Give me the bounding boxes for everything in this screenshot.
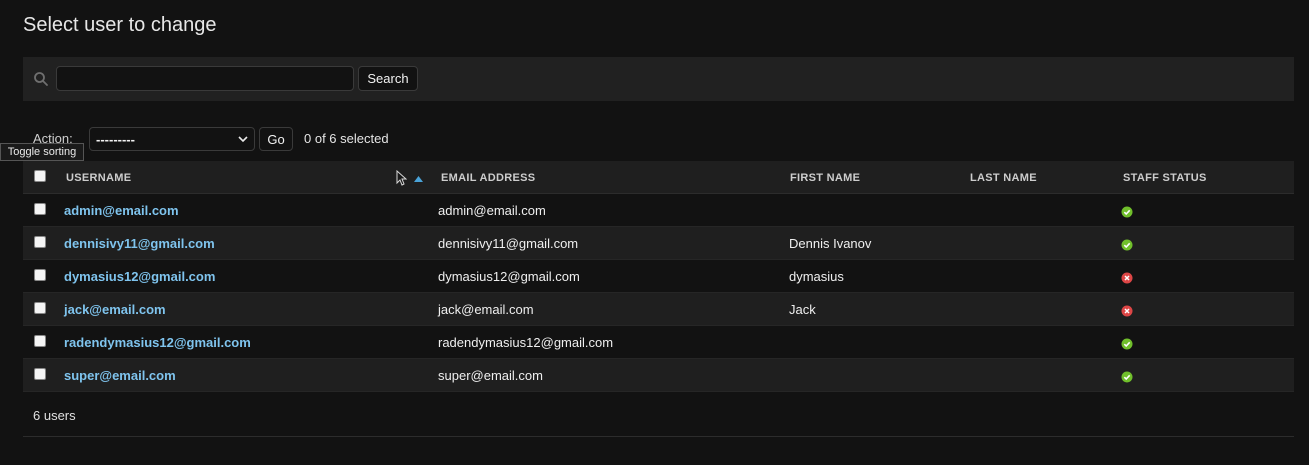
- table-row: admin@email.com admin@email.com: [23, 194, 1294, 227]
- sort-ascending-icon: [414, 176, 423, 182]
- go-button[interactable]: Go: [259, 127, 293, 151]
- users-table: USERNAME EMAIL ADDRESS FIRST NAME LAST N…: [23, 161, 1294, 392]
- email-cell: radendymasius12@gmail.com: [438, 335, 614, 350]
- username-link[interactable]: super@email.com: [64, 368, 176, 383]
- row-checkbox[interactable]: [34, 203, 46, 215]
- page-title: Select user to change: [23, 14, 217, 36]
- result-count: 6 users: [33, 408, 76, 423]
- column-header-staff-status[interactable]: STAFF STATUS: [1123, 172, 1207, 184]
- column-header-last-name[interactable]: LAST NAME: [970, 172, 1037, 184]
- action-select[interactable]: ---------: [89, 127, 255, 151]
- username-link[interactable]: radendymasius12@gmail.com: [64, 335, 251, 350]
- x-circle-icon: [1121, 272, 1133, 284]
- email-cell: dymasius12@gmail.com: [438, 269, 580, 284]
- table-row: radendymasius12@gmail.com radendymasius12…: [23, 326, 1294, 359]
- table-row: super@email.com super@email.com: [23, 359, 1294, 392]
- row-checkbox[interactable]: [34, 269, 46, 281]
- results-footer: 6 users: [23, 393, 1294, 437]
- table-row: jack@email.com jack@email.com Jack: [23, 293, 1294, 326]
- sort-toggle[interactable]: [395, 170, 425, 186]
- email-cell: super@email.com: [438, 368, 543, 383]
- username-link[interactable]: dymasius12@gmail.com: [64, 269, 215, 284]
- search-button[interactable]: Search: [358, 66, 418, 91]
- column-header-email: EMAIL ADDRESS: [441, 172, 536, 184]
- search-icon: [34, 72, 48, 86]
- username-link[interactable]: admin@email.com: [64, 203, 179, 218]
- selected-count: 0 of 6 selected: [304, 131, 389, 146]
- row-checkbox[interactable]: [34, 368, 46, 380]
- row-checkbox[interactable]: [34, 302, 46, 314]
- first-name-cell: dymasius: [789, 269, 844, 284]
- toggle-sorting-tooltip: Toggle sorting: [0, 143, 84, 161]
- first-name-cell: Dennis Ivanov: [789, 236, 872, 251]
- email-cell: jack@email.com: [438, 302, 534, 317]
- check-circle-icon: [1121, 206, 1133, 218]
- check-circle-icon: [1121, 371, 1133, 383]
- check-circle-icon: [1121, 338, 1133, 350]
- first-name-cell: Jack: [789, 302, 816, 317]
- select-all-checkbox[interactable]: [34, 170, 46, 182]
- table-row: dennisivy11@gmail.com dennisivy11@gmail.c…: [23, 227, 1294, 260]
- row-checkbox[interactable]: [34, 236, 46, 248]
- column-header-username[interactable]: USERNAME: [66, 172, 131, 184]
- table-header: USERNAME EMAIL ADDRESS FIRST NAME LAST N…: [23, 161, 1294, 194]
- action-select-value: ---------: [96, 131, 135, 147]
- cursor-icon: [396, 170, 407, 186]
- email-cell: dennisivy11@gmail.com: [438, 236, 579, 251]
- username-link[interactable]: dennisivy11@gmail.com: [64, 236, 215, 251]
- table-row: dymasius12@gmail.com dymasius12@gmail.com…: [23, 260, 1294, 293]
- username-link[interactable]: jack@email.com: [64, 302, 166, 317]
- column-header-first-name[interactable]: FIRST NAME: [790, 172, 860, 184]
- row-checkbox[interactable]: [34, 335, 46, 347]
- x-circle-icon: [1121, 305, 1133, 317]
- search-toolbar: Search: [23, 57, 1294, 101]
- chevron-down-icon: [238, 136, 248, 143]
- check-circle-icon: [1121, 239, 1133, 251]
- email-cell: admin@email.com: [438, 203, 546, 218]
- search-input[interactable]: [56, 66, 354, 91]
